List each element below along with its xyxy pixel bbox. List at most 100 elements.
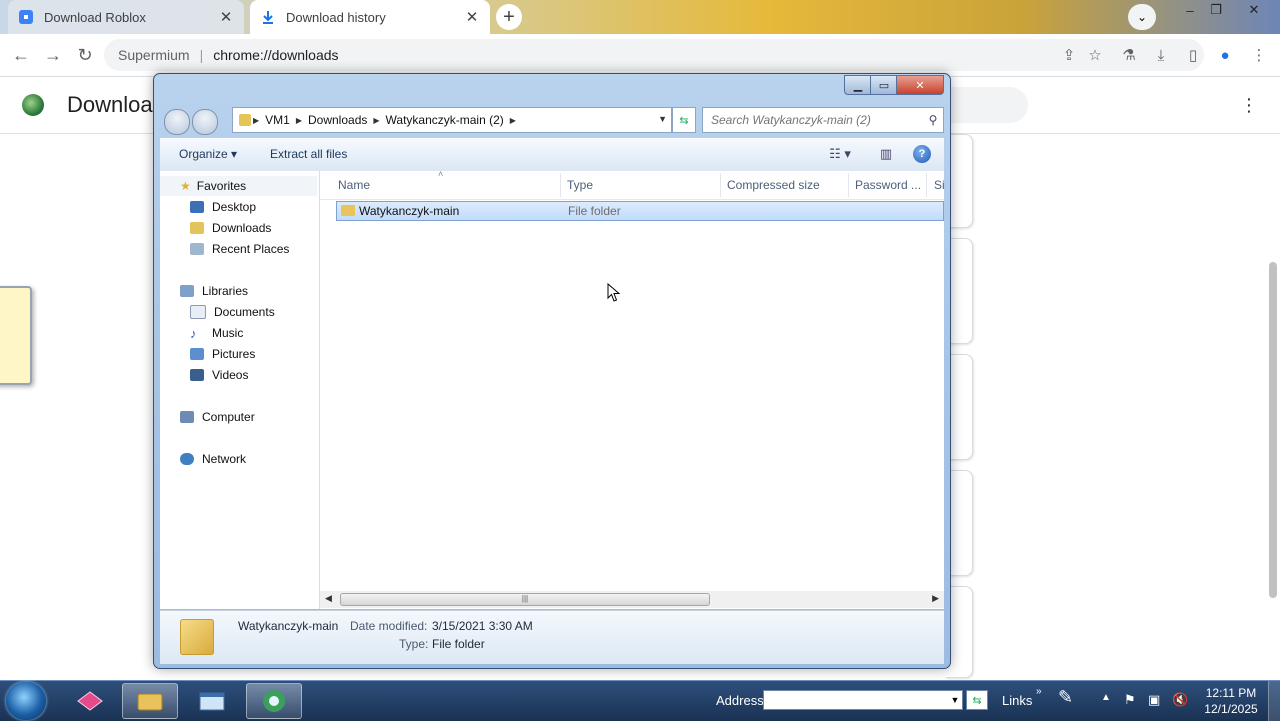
refresh-icon[interactable]: ⇆ — [672, 107, 696, 133]
preview-pane-icon[interactable]: ▥ — [876, 145, 896, 163]
chevron-right-icon[interactable]: » — [1036, 686, 1042, 697]
more-options-icon[interactable]: ⋮ — [1240, 95, 1258, 116]
column-password[interactable]: Password ... — [855, 178, 921, 192]
window-minimize-button[interactable]: ▁ — [844, 75, 872, 95]
column-divider[interactable] — [720, 173, 721, 197]
taskbar-app-browser[interactable] — [246, 683, 302, 719]
nav-downloads[interactable]: Downloads — [190, 218, 271, 238]
tab-close-icon[interactable]: ✕ — [464, 8, 480, 26]
breadcrumb-watykanczyk-main[interactable]: Watykanczyk-main (2) — [386, 113, 504, 127]
taskbar-app-gem[interactable] — [62, 683, 118, 719]
labs-icon[interactable]: ⚗ — [1116, 42, 1142, 68]
column-size[interactable]: Si — [934, 178, 945, 192]
nav-desktop[interactable]: Desktop — [190, 197, 256, 217]
nav-music[interactable]: ♪ Music — [190, 323, 243, 343]
back-icon[interactable]: ← — [8, 42, 34, 68]
breadcrumb-arrow-icon[interactable]: ▶ — [296, 116, 302, 125]
computer-icon — [180, 411, 194, 423]
address-toolbar-field[interactable]: ▼ — [763, 690, 963, 710]
minimize-icon[interactable]: – — [1176, 0, 1204, 20]
column-type[interactable]: Type — [567, 178, 593, 192]
command-bar: Organize ▾ Extract all files ☷ ▾ ▥ ? — [160, 138, 944, 172]
column-divider[interactable] — [848, 173, 849, 197]
address-dropdown-icon[interactable]: ▼ — [948, 691, 962, 709]
help-icon[interactable]: ? — [913, 145, 931, 163]
taskbar: Address ▼ ⇆ Links » ✎ ▲ ⚑ ▣ 🔇 12:11 PM 1… — [0, 680, 1280, 721]
music-icon: ♪ — [190, 325, 197, 341]
links-toolbar-label[interactable]: Links — [1002, 693, 1032, 708]
column-divider[interactable] — [926, 173, 927, 197]
forward-icon[interactable]: → — [40, 42, 66, 68]
column-name[interactable]: Name — [338, 178, 370, 192]
column-divider[interactable] — [560, 173, 561, 197]
file-row[interactable]: Watykanczyk-main File folder — [336, 201, 944, 221]
tab-close-icon[interactable]: ✕ — [218, 8, 234, 26]
close-icon[interactable]: ✕ — [1240, 0, 1268, 20]
nav-favorites-label: Favorites — [196, 179, 247, 193]
view-options-icon[interactable]: ☷ ▾ — [822, 145, 858, 163]
breadcrumb-downloads[interactable]: Downloads — [308, 113, 367, 127]
nav-recent-places[interactable]: Recent Places — [190, 239, 289, 259]
reload-icon[interactable]: ↻ — [72, 42, 98, 68]
address-dropdown-icon[interactable]: ▼ — [658, 114, 667, 124]
nav-network[interactable]: Network — [180, 449, 246, 469]
organize-button[interactable]: Organize ▾ — [179, 147, 237, 161]
show-hidden-icons-icon[interactable]: ▲ — [1101, 692, 1111, 703]
breadcrumb-arrow-icon[interactable]: ▶ — [253, 116, 259, 125]
menu-icon[interactable]: ⋮ — [1246, 42, 1272, 68]
page-scrollbar[interactable] — [1266, 134, 1280, 680]
breadcrumb-vm1[interactable]: VM1 — [265, 113, 290, 127]
action-center-icon[interactable]: ⚑ — [1124, 692, 1136, 708]
downloads-icon[interactable]: ⤓ — [1148, 42, 1174, 68]
taskbar-app-window[interactable] — [184, 683, 240, 719]
scrollbar-thumb[interactable] — [1269, 262, 1277, 598]
tablet-pen-icon[interactable]: ✎ — [1058, 687, 1073, 708]
scroll-right-icon[interactable]: ▶ — [932, 593, 939, 604]
scrollbar-thumb[interactable]: ||| — [340, 593, 710, 606]
tab-search-icon[interactable]: ⌄ — [1128, 4, 1156, 30]
clock-time: 12:11 PM — [1205, 686, 1257, 700]
address-breadcrumb[interactable]: ▶ VM1 ▶ Downloads ▶ Watykanczyk-main (2)… — [232, 107, 672, 133]
start-button[interactable] — [6, 682, 46, 720]
back-button[interactable] — [164, 109, 190, 135]
nav-libraries[interactable]: Libraries — [180, 281, 248, 301]
sticky-notes-gadget[interactable] — [0, 286, 32, 385]
window-maximize-button[interactable]: ▭ — [870, 75, 898, 95]
search-icon[interactable]: ⚲ — [923, 113, 943, 127]
forward-button[interactable] — [192, 109, 218, 135]
go-icon[interactable]: ⇆ — [966, 690, 988, 710]
network-tray-icon[interactable]: ▣ — [1148, 692, 1160, 708]
details-name: Watykanczyk-main — [238, 619, 339, 633]
taskbar-app-explorer[interactable] — [122, 683, 178, 719]
breadcrumb-arrow-icon[interactable]: ▶ — [510, 116, 516, 125]
extract-all-files-button[interactable]: Extract all files — [270, 147, 347, 161]
restore-icon[interactable]: ❐ — [1202, 0, 1230, 20]
share-icon[interactable]: ⇪ — [1056, 42, 1082, 68]
address-toolbar-input[interactable] — [764, 691, 948, 709]
horizontal-scrollbar[interactable]: ◀ ||| ▶ — [320, 591, 944, 608]
bookmark-star-icon[interactable]: ☆ — [1082, 42, 1108, 68]
tab-download-history[interactable]: Download history ✕ — [250, 0, 490, 34]
show-desktop-button[interactable] — [1268, 681, 1280, 721]
nav-computer[interactable]: Computer — [180, 407, 255, 427]
desktop-icon — [190, 201, 204, 213]
volume-muted-icon[interactable]: 🔇 — [1172, 692, 1188, 708]
new-tab-button[interactable]: + — [496, 4, 522, 30]
system-clock[interactable]: 12:11 PM 12/1/2025 — [1200, 685, 1262, 717]
nav-favorites[interactable]: ★ Favorites — [160, 176, 317, 196]
breadcrumb-arrow-icon[interactable]: ▶ — [373, 116, 379, 125]
scroll-left-icon[interactable]: ◀ — [325, 593, 332, 604]
tab-download-roblox[interactable]: Download Roblox ✕ — [8, 0, 244, 34]
details-date-value: 3/15/2021 3:30 AM — [432, 619, 533, 633]
omnibox[interactable]: Supermium | chrome://downloads — [104, 39, 1204, 71]
profile-icon[interactable]: ● — [1212, 42, 1238, 68]
nav-videos[interactable]: Videos — [190, 365, 248, 385]
documents-icon — [190, 305, 206, 319]
search-input[interactable] — [709, 112, 923, 128]
nav-pictures[interactable]: Pictures — [190, 344, 255, 364]
nav-documents[interactable]: Documents — [190, 302, 275, 322]
side-panel-icon[interactable]: ▯ — [1180, 42, 1206, 68]
column-compressed-size[interactable]: Compressed size — [727, 178, 820, 192]
window-close-button[interactable]: ✕ — [896, 75, 944, 95]
search-box[interactable]: ⚲ — [702, 107, 944, 133]
